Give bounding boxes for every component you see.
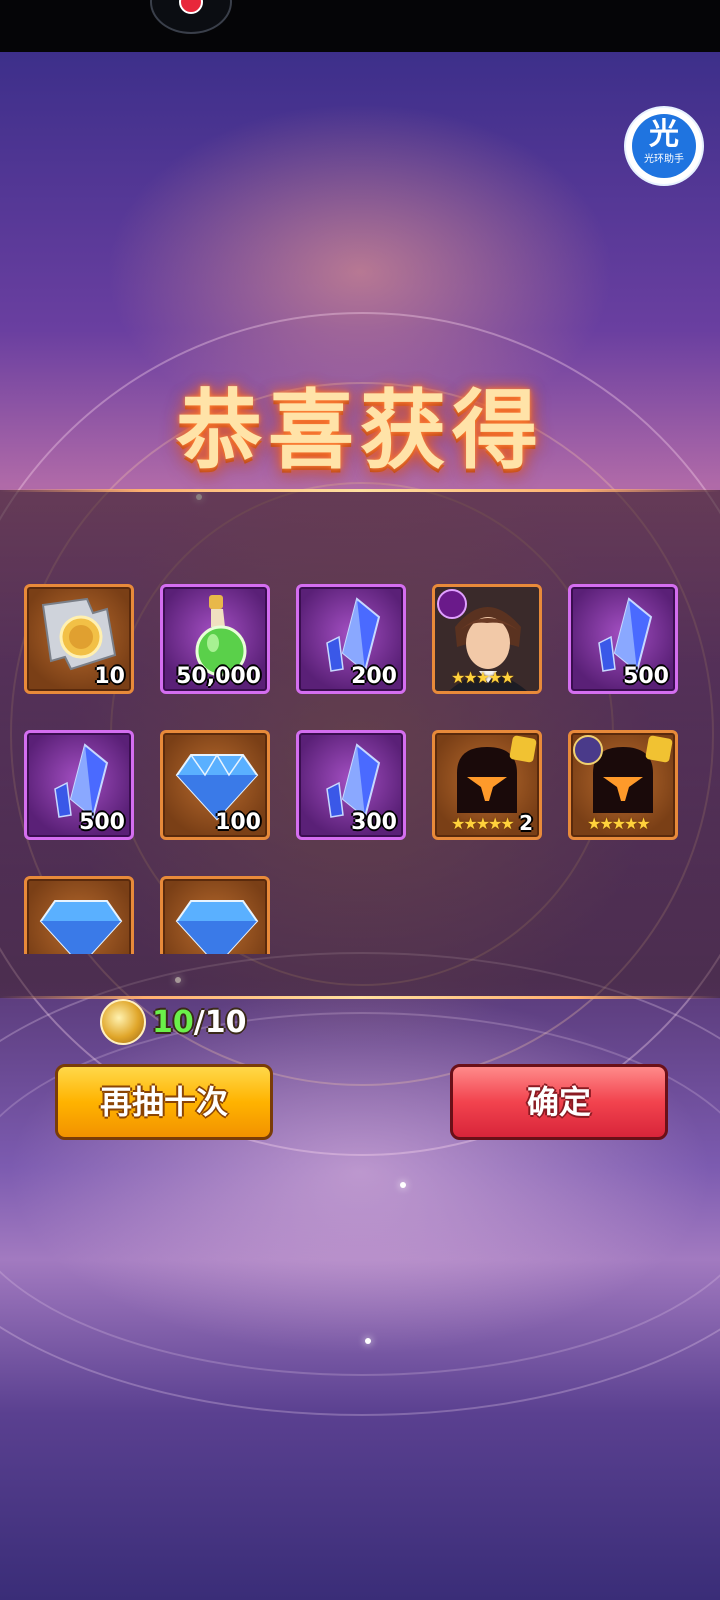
blue-diamond-icon — [175, 900, 259, 954]
reward-item[interactable]: ★★★★★ — [568, 730, 678, 840]
reward-item[interactable]: ★★★★★ — [432, 584, 542, 694]
reward-grid[interactable]: 10 50,000 200 ★★★★★ 500 500 100 300 ★★★★… — [0, 582, 720, 954]
item-quantity: 300 — [351, 810, 397, 835]
blue-diamond-icon — [39, 900, 123, 954]
panel-divider-bottom — [0, 996, 720, 999]
reward-item[interactable]: ★★★★★ 2 — [432, 730, 542, 840]
reward-title: 恭喜获得 — [176, 381, 544, 481]
puzzle-coin-icon — [41, 597, 117, 671]
star-rating: ★★★★★ — [587, 814, 651, 833]
assistant-logo-char: 光 — [649, 117, 679, 152]
star-rating: ★★★★★ — [451, 814, 515, 833]
reward-item[interactable]: 100 — [160, 730, 270, 840]
confirm-button[interactable]: 确定 — [450, 1064, 668, 1140]
ticket-required: /10 — [193, 1004, 247, 1040]
sparkle — [365, 1338, 371, 1344]
star-rating: ★★★★★ — [451, 668, 515, 687]
reward-item[interactable]: 50,000 — [160, 584, 270, 694]
item-quantity: 2 — [519, 811, 533, 835]
floating-assistant-ball[interactable] — [150, 0, 232, 34]
summon-coin-icon — [100, 999, 146, 1045]
assistant-name: 光环助手 — [644, 154, 684, 165]
reward-item[interactable]: 500 — [24, 730, 134, 840]
item-quantity: 500 — [79, 810, 125, 835]
draw-ten-again-button[interactable]: 再抽十次 — [55, 1064, 273, 1140]
reward-item[interactable] — [24, 876, 134, 954]
reward-item[interactable]: 200 — [296, 584, 406, 694]
halo-assistant-button[interactable]: 光 光环助手 — [626, 108, 702, 184]
element-badge-icon — [573, 735, 603, 765]
item-quantity: 200 — [351, 664, 397, 689]
item-quantity: 10 — [94, 664, 125, 689]
reward-item[interactable]: 300 — [296, 730, 406, 840]
shard-puzzle-icon — [645, 735, 673, 763]
reward-item[interactable]: 10 — [24, 584, 134, 694]
item-quantity: 100 — [215, 810, 261, 835]
summon-ticket-counter: 10/10 — [100, 999, 246, 1045]
ticket-count: 10/10 — [152, 1005, 246, 1040]
item-quantity: 50,000 — [176, 664, 261, 689]
item-quantity: 500 — [623, 664, 669, 689]
reward-item[interactable]: 500 — [568, 584, 678, 694]
shard-puzzle-icon — [509, 735, 537, 763]
panel-divider-top — [0, 489, 720, 492]
reward-item[interactable] — [160, 876, 270, 954]
element-badge-icon — [437, 589, 467, 619]
sparkle — [400, 1182, 406, 1188]
ticket-owned: 10 — [152, 1004, 194, 1040]
top-status-bar — [0, 0, 720, 52]
notification-dot-icon — [179, 0, 203, 14]
